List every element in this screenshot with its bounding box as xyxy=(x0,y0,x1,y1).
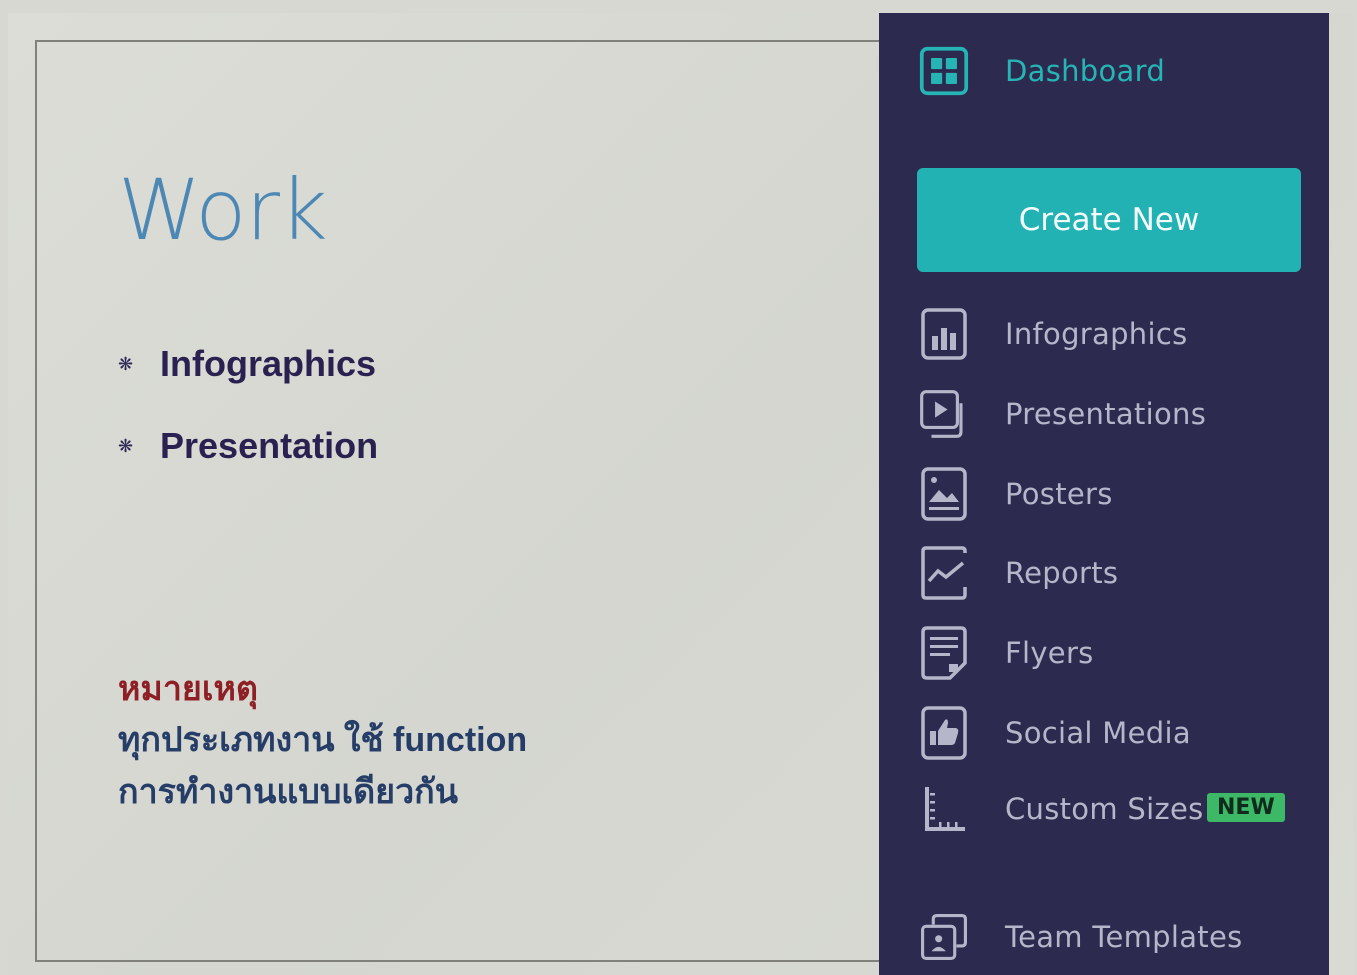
slide-title: Work xyxy=(118,161,328,259)
sidebar-item-label: Dashboard xyxy=(1005,54,1166,88)
sidebar-item-reports[interactable]: Reports xyxy=(879,543,1329,603)
bar-chart-icon xyxy=(919,306,969,362)
bullet-text: Infographics xyxy=(160,343,377,384)
note-line-1: ทุกประเภทงาน ใช้ function xyxy=(118,721,528,759)
sidebar-item-posters[interactable]: Posters xyxy=(879,464,1329,524)
sidebar-item-label: Custom Sizes xyxy=(1005,792,1204,826)
sidebar-item-label: Presentations xyxy=(1005,397,1207,431)
create-new-button[interactable]: Create New xyxy=(917,168,1301,272)
sidebar-item-dashboard[interactable]: Dashboard xyxy=(879,41,1329,101)
note-line-2: การทำงานแบบเดียวกัน xyxy=(118,773,458,811)
bullet-item: ❋ Infographics xyxy=(118,340,378,388)
note-title: หมายเหตุ xyxy=(118,670,258,708)
bullet-text: Presentation xyxy=(160,425,379,466)
note-block: หมายเหตุ ทุกประเภทงาน ใช้ function การทำ… xyxy=(118,664,527,818)
sidebar-item-label: Social Media xyxy=(1005,716,1191,750)
thumbs-up-icon xyxy=(919,705,969,761)
bullet-item: ❋ Presentation xyxy=(118,422,378,470)
line-chart-icon xyxy=(919,545,969,601)
image-poster-icon xyxy=(919,466,969,522)
play-slides-icon xyxy=(919,386,969,442)
dashboard-grid-icon xyxy=(919,43,969,99)
new-badge: NEW xyxy=(1207,793,1285,822)
sidebar-item-flyers[interactable]: Flyers xyxy=(879,623,1329,683)
sidebar-item-label: Flyers xyxy=(1005,636,1094,670)
sidebar-item-label: Posters xyxy=(1005,477,1113,511)
ruler-icon xyxy=(919,781,969,837)
sidebar-item-team-templates[interactable]: Team Templates xyxy=(879,907,1329,967)
sidebar-item-label: Infographics xyxy=(1005,317,1188,351)
team-templates-icon xyxy=(919,909,969,965)
asterisk-bullet-icon: ❋ xyxy=(118,436,134,456)
sidebar-item-presentations[interactable]: Presentations xyxy=(879,384,1329,444)
sidebar-item-social-media[interactable]: Social Media xyxy=(879,703,1329,763)
sidebar-item-label: Reports xyxy=(1005,556,1119,590)
sidebar-item-custom-sizes[interactable]: Custom Sizes NEW xyxy=(879,779,1329,839)
sidebar-item-label: Team Templates xyxy=(1005,920,1243,954)
app-sidebar: Dashboard Create New Infographics Presen… xyxy=(879,13,1329,975)
document-icon xyxy=(919,625,969,681)
bullet-list: ❋ Infographics ❋ Presentation xyxy=(118,340,378,504)
asterisk-bullet-icon: ❋ xyxy=(118,354,134,374)
sidebar-item-infographics[interactable]: Infographics xyxy=(879,304,1329,364)
